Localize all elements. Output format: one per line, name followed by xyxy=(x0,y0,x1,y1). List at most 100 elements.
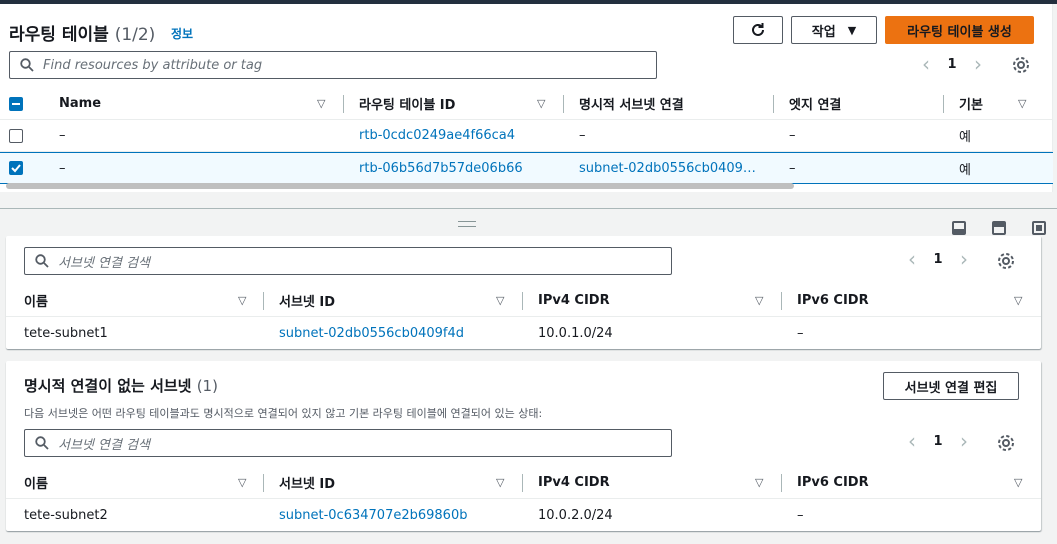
table-header: Name ▽ 라우팅 테이블 ID ▽ 명시적 서브넷 연결 엣지 연결 기본 … xyxy=(0,88,1053,120)
subnet-search-input[interactable]: 서브넷 연결 검색 xyxy=(24,247,672,275)
row-ipv4: 10.0.1.0/24 xyxy=(538,325,613,341)
next-page-icon[interactable]: › xyxy=(965,52,991,76)
column-divider xyxy=(343,95,344,113)
panel-bottom-icon[interactable] xyxy=(952,221,966,235)
panel-full-icon[interactable] xyxy=(1032,221,1046,235)
column-header-subnet[interactable]: 명시적 서브넷 연결 xyxy=(579,88,684,119)
drag-handle-icon[interactable] xyxy=(458,221,476,227)
sort-icon[interactable]: ▽ xyxy=(1014,476,1022,489)
split-panel-divider xyxy=(0,208,1057,209)
column-header-ipv6[interactable]: IPv6 CIDR xyxy=(797,285,869,316)
sort-icon[interactable]: ▽ xyxy=(238,476,246,489)
column-divider xyxy=(781,292,782,310)
row-main: 예 xyxy=(959,162,971,178)
create-route-table-button[interactable]: 라우팅 테이블 생성 xyxy=(885,16,1034,44)
row-name: – xyxy=(59,160,66,176)
route-table-id-link[interactable]: rtb-0cdc0249ae4f66ca4 xyxy=(359,120,515,151)
next-page-icon[interactable]: › xyxy=(951,429,977,453)
sort-icon[interactable]: ▽ xyxy=(755,294,763,307)
page-number[interactable]: 1 xyxy=(925,434,951,449)
column-divider xyxy=(773,95,774,113)
settings-gear-icon[interactable] xyxy=(996,251,1016,271)
column-divider xyxy=(522,292,523,310)
settings-gear-icon[interactable] xyxy=(996,433,1016,453)
table-header: 이름 ▽ 서브넷 ID ▽ IPv4 CIDR ▽ IPv6 CIDR ▽ xyxy=(6,467,1041,499)
edit-subnet-associations-button[interactable]: 서브넷 연결 편집 xyxy=(883,372,1019,400)
caret-down-icon: ▼ xyxy=(847,23,857,37)
check-icon xyxy=(11,164,21,173)
sort-icon[interactable]: ▽ xyxy=(1018,97,1026,110)
subnet-id-link[interactable]: subnet-02db0556cb0409f4d xyxy=(279,317,464,349)
search-input[interactable]: Find resources by attribute or tag xyxy=(9,51,657,79)
sort-icon[interactable]: ▽ xyxy=(238,294,246,307)
select-all-checkbox[interactable] xyxy=(9,97,23,111)
column-header-ipv4[interactable]: IPv4 CIDR xyxy=(538,285,610,316)
row-name: – xyxy=(59,128,66,143)
subnet-search-input[interactable]: 서브넷 연결 검색 xyxy=(24,429,672,457)
next-page-icon[interactable]: › xyxy=(951,247,977,271)
column-divider xyxy=(943,95,944,113)
implicit-subnets-card: 명시적 연결이 없는 서브넷 (1) 서브넷 연결 편집 다음 서브넷은 어떤 … xyxy=(6,361,1041,531)
sort-icon[interactable]: ▽ xyxy=(755,476,763,489)
settings-gear-icon[interactable] xyxy=(1011,55,1031,75)
info-link[interactable]: 정보 xyxy=(171,25,193,42)
row-checkbox[interactable] xyxy=(9,129,23,143)
explicit-subnets-card: 서브넷 연결 검색 ‹ 1 › 이름 ▽ 서브넷 ID ▽ IPv4 CIDR … xyxy=(6,236,1041,349)
subnet-id-link[interactable]: subnet-0c634707e2b69860b xyxy=(279,499,467,531)
actions-label: 작업 xyxy=(811,24,836,40)
row-name: tete-subnet1 xyxy=(24,325,108,341)
route-table-id-link[interactable]: rtb-06b56d7b57de06b66 xyxy=(359,153,523,183)
search-placeholder: 서브넷 연결 검색 xyxy=(58,255,150,271)
column-header-ipv4[interactable]: IPv4 CIDR xyxy=(538,467,610,498)
page-number[interactable]: 1 xyxy=(925,252,951,267)
column-header-edge[interactable]: 엣지 연결 xyxy=(789,88,841,119)
table-row[interactable]: – rtb-0cdc0249ae4f66ca4 – – 예 xyxy=(0,120,1053,152)
column-header-name[interactable]: 이름 xyxy=(24,285,48,316)
row-edge: – xyxy=(789,160,796,176)
row-checkbox-checked[interactable] xyxy=(9,161,23,175)
search-placeholder: 서브넷 연결 검색 xyxy=(58,437,150,453)
panel-side-icon[interactable] xyxy=(992,221,1006,235)
row-subnet: – xyxy=(579,128,586,143)
refresh-icon xyxy=(752,23,764,36)
prev-page-icon[interactable]: ‹ xyxy=(899,247,925,271)
sort-icon[interactable]: ▽ xyxy=(1014,294,1022,307)
table-row[interactable]: tete-subnet1 subnet-02db0556cb0409f4d 10… xyxy=(6,317,1041,349)
subnet-link[interactable]: subnet-02db0556cb0409… xyxy=(579,153,759,183)
search-placeholder: Find resources by attribute or tag xyxy=(43,57,263,73)
actions-button[interactable]: 작업 ▼ xyxy=(791,16,877,44)
column-divider xyxy=(263,474,264,492)
sort-icon[interactable]: ▽ xyxy=(317,97,325,110)
refresh-button[interactable] xyxy=(733,16,783,44)
page-number[interactable]: 1 xyxy=(939,57,965,72)
column-header-subnet-id[interactable]: 서브넷 ID xyxy=(279,285,335,316)
horizontal-scrollbar[interactable] xyxy=(6,183,794,189)
column-header-name[interactable]: 이름 xyxy=(24,467,48,498)
prev-page-icon[interactable]: ‹ xyxy=(913,52,939,76)
column-header-subnet-id[interactable]: 서브넷 ID xyxy=(279,467,335,498)
sort-icon[interactable]: ▽ xyxy=(496,294,504,307)
row-edge: – xyxy=(789,128,796,143)
table-header: 이름 ▽ 서브넷 ID ▽ IPv4 CIDR ▽ IPv6 CIDR ▽ xyxy=(6,285,1041,317)
table-row[interactable]: tete-subnet2 subnet-0c634707e2b69860b 10… xyxy=(6,499,1041,531)
section-title: 명시적 연결이 없는 서브넷 (1) xyxy=(24,377,218,395)
row-ipv6: – xyxy=(797,507,804,523)
section-description: 다음 서브넷은 어떤 라우팅 테이블과도 명시적으로 연결되어 있지 않고 기본… xyxy=(24,407,543,420)
column-divider xyxy=(781,474,782,492)
prev-page-icon[interactable]: ‹ xyxy=(899,429,925,453)
column-divider xyxy=(263,292,264,310)
sort-icon[interactable]: ▽ xyxy=(496,476,504,489)
column-header-ipv6[interactable]: IPv6 CIDR xyxy=(797,467,869,498)
sort-icon[interactable]: ▽ xyxy=(537,97,545,110)
pagination: ‹ 1 › xyxy=(913,52,991,76)
pagination: ‹ 1 › xyxy=(899,247,977,271)
column-header-id[interactable]: 라우팅 테이블 ID xyxy=(359,88,455,119)
column-header-main[interactable]: 기본 xyxy=(959,88,983,119)
route-tables-panel: 라우팅 테이블 (1/2) 정보 작업 ▼ 라우팅 테이블 생성 Find re… xyxy=(0,4,1053,192)
search-icon xyxy=(35,436,49,450)
column-header-name[interactable]: Name xyxy=(59,88,101,119)
row-ipv6: – xyxy=(797,325,804,341)
pagination: ‹ 1 › xyxy=(899,429,977,453)
table-row-selected[interactable]: – rtb-06b56d7b57de06b66 subnet-02db0556c… xyxy=(0,152,1053,184)
column-divider xyxy=(522,474,523,492)
